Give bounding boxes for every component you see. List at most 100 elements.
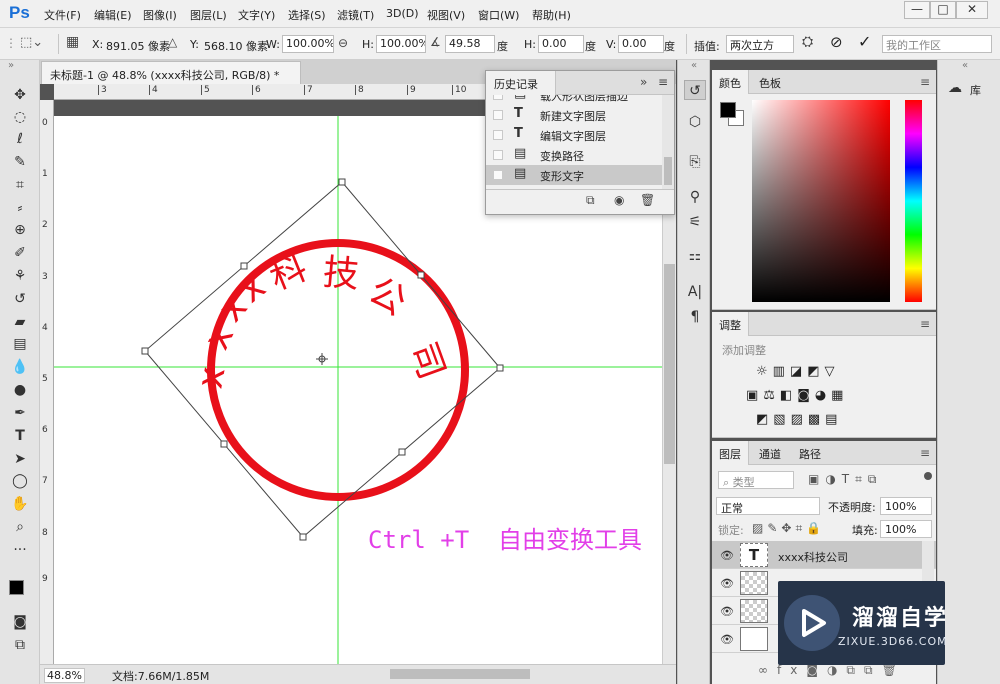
hand-tool-icon[interactable]: ✋ — [9, 494, 31, 514]
tab-history[interactable]: 历史记录 — [486, 71, 556, 95]
angle-field[interactable]: 49.58 — [445, 35, 495, 53]
delta-icon[interactable]: △ — [168, 35, 177, 49]
move-transform-icon[interactable]: ⬚⌄ — [20, 35, 43, 50]
hskew-field[interactable]: 0.00 — [538, 35, 584, 53]
tab-adjustments[interactable]: 调整 — [712, 312, 749, 336]
dodge-tool-icon[interactable]: ● — [9, 380, 31, 400]
document-info[interactable]: 文档:7.66M/1.85M — [112, 668, 209, 684]
tab-paths[interactable]: 路径 — [792, 441, 828, 465]
panel-menu-icon[interactable]: ≡ — [920, 446, 930, 460]
trash-icon[interactable]: 🗑 — [640, 193, 655, 207]
foreground-color-swatch[interactable] — [720, 102, 736, 118]
character-dock-icon[interactable]: A| — [684, 282, 706, 302]
panel-menu-icon[interactable]: ≡ — [920, 75, 930, 89]
brush-dock-icon[interactable]: ⚲ — [684, 187, 706, 207]
scrollbar-thumb[interactable] — [664, 157, 672, 185]
history-snapshot-checkbox[interactable] — [493, 110, 503, 120]
eye-icon[interactable]: 👁 — [720, 577, 734, 590]
3d-dock-icon[interactable]: ⬡ — [684, 112, 706, 132]
horizontal-scrollbar-thumb[interactable] — [390, 669, 530, 679]
expand-icon[interactable]: « — [691, 60, 697, 71]
cancel-transform-icon[interactable]: ⊘ — [830, 33, 843, 51]
panel-menu-icon[interactable]: ≡ — [658, 75, 668, 89]
brush-presets-dock-icon[interactable]: ⚟ — [684, 212, 706, 232]
menu-type[interactable]: 文字(Y) — [238, 7, 275, 23]
history-item[interactable]: T 新建文字图层 — [486, 105, 662, 125]
tab-swatches[interactable]: 色板 — [752, 70, 788, 94]
workspace-select[interactable]: 我的工作区 — [882, 35, 992, 53]
width-field[interactable]: 100.00% — [282, 35, 334, 53]
panel-menu-icon[interactable]: ≡ — [920, 317, 930, 331]
hue-slider[interactable] — [905, 100, 922, 302]
zoom-field[interactable]: 48.8% — [44, 668, 85, 683]
height-field[interactable]: 100.00% — [376, 35, 426, 53]
path-select-tool-icon[interactable]: ➤ — [9, 449, 31, 469]
menu-view[interactable]: 视图(V) — [427, 7, 465, 23]
pen-tool-icon[interactable]: ✒ — [9, 403, 31, 423]
close-button[interactable]: ✕ — [956, 1, 988, 19]
menu-image[interactable]: 图像(I) — [143, 7, 177, 23]
eye-icon[interactable]: 👁 — [720, 633, 734, 646]
history-item[interactable]: T 编辑文字图层 — [486, 125, 662, 145]
tab-layers[interactable]: 图层 — [712, 441, 749, 465]
lasso-tool-icon[interactable]: ℓ — [9, 129, 31, 149]
foreground-color-swatch[interactable] — [9, 580, 24, 595]
fill-field[interactable]: 100% — [880, 520, 932, 538]
quick-select-tool-icon[interactable]: ✎ — [9, 152, 31, 172]
vskew-field[interactable]: 0.00 — [618, 35, 664, 53]
eye-icon[interactable]: 👁 — [720, 549, 734, 562]
history-scrollbar[interactable] — [662, 95, 674, 189]
new-document-from-state-icon[interactable]: ⧉ — [586, 193, 595, 208]
blur-tool-icon[interactable]: 💧 — [9, 357, 31, 377]
marquee-tool-icon[interactable]: ◌ — [9, 107, 31, 127]
filter-toggle-icon[interactable] — [924, 472, 932, 480]
shape-tool-icon[interactable]: ◯ — [9, 471, 31, 491]
camera-icon[interactable]: ◉ — [614, 193, 624, 207]
history-snapshot-checkbox[interactable] — [493, 95, 503, 100]
layer-footer-icons[interactable]: ∞fx◙◑⧉⧉🗑 — [758, 663, 906, 678]
history-item[interactable]: ▤ 变换路径 — [486, 145, 662, 165]
lock-icons[interactable]: ▨✎✥⌗🔒 — [752, 521, 825, 536]
more-tools-icon[interactable]: ··· — [9, 540, 31, 560]
eye-icon[interactable]: 👁 — [720, 605, 734, 618]
history-snapshot-checkbox[interactable] — [493, 170, 503, 180]
tab-channels[interactable]: 通道 — [752, 441, 788, 465]
history-item[interactable]: ▤ 载入形状图层描边 — [486, 95, 662, 105]
eyedropper-tool-icon[interactable]: ⸗ — [9, 198, 31, 218]
tab-color[interactable]: 颜色 — [712, 70, 749, 94]
menu-edit[interactable]: 编辑(E) — [94, 7, 132, 23]
brush-tool-icon[interactable]: ✐ — [9, 243, 31, 263]
zoom-tool-icon[interactable]: ⌕ — [9, 517, 31, 537]
quick-mask-icon[interactable]: ◙ — [9, 612, 31, 632]
type-tool-icon[interactable]: T — [9, 426, 31, 446]
history-snapshot-checkbox[interactable] — [493, 130, 503, 140]
clone-source-dock-icon[interactable]: ⎘ — [684, 152, 706, 172]
tool-presets-dock-icon[interactable]: ⚏ — [684, 246, 706, 266]
paragraph-dock-icon[interactable]: ¶ — [684, 307, 706, 327]
adjustment-icons-row-3[interactable]: ◩▧▨▩▤ — [756, 412, 842, 427]
history-snapshot-checkbox[interactable] — [493, 150, 503, 160]
layer-filter-icons[interactable]: ▣◑T⌗⧉ — [808, 472, 882, 487]
menu-select[interactable]: 选择(S) — [288, 7, 326, 23]
healing-tool-icon[interactable]: ⊕ — [9, 220, 31, 240]
expand-icon[interactable]: » — [640, 75, 647, 89]
layer-name[interactable]: xxxx科技公司 — [778, 549, 848, 565]
commit-transform-icon[interactable]: ✓ — [858, 32, 871, 51]
maximize-button[interactable]: □ — [930, 1, 956, 19]
expand-icon[interactable]: « — [962, 60, 968, 71]
opacity-field[interactable]: 100% — [880, 497, 932, 515]
collapse-icon[interactable]: » — [8, 60, 14, 71]
gradient-tool-icon[interactable]: ▤ — [9, 334, 31, 354]
menu-file[interactable]: 文件(F) — [44, 7, 81, 23]
screen-mode-icon[interactable]: ⧉ — [9, 635, 31, 655]
layer-filter-select[interactable]: ⌕ 类型 — [718, 471, 794, 489]
history-brush-tool-icon[interactable]: ↺ — [9, 289, 31, 309]
blend-mode-select[interactable]: 正常 — [716, 497, 820, 515]
interpolation-select[interactable]: 两次立方 — [726, 35, 794, 53]
history-dock-icon[interactable]: ↺ — [684, 80, 706, 100]
link-icon[interactable]: ⊖ — [338, 36, 348, 50]
eraser-tool-icon[interactable]: ▰ — [9, 312, 31, 332]
scrollbar-thumb[interactable] — [664, 264, 675, 464]
move-tool-icon[interactable]: ✥ — [9, 85, 31, 105]
cloud-icon[interactable]: ☁ — [948, 80, 962, 96]
